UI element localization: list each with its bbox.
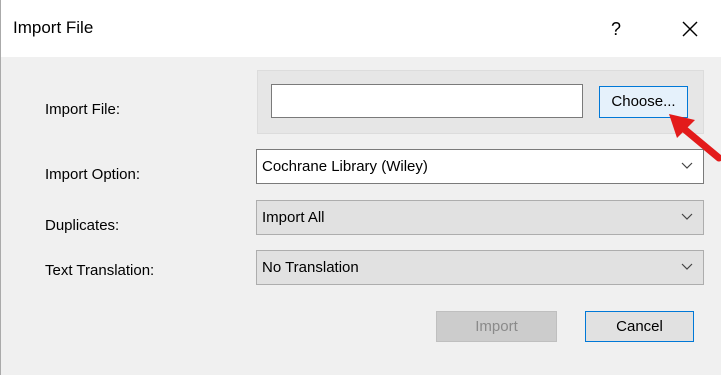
help-button[interactable]: ? [601, 14, 631, 44]
red-arrow-icon [669, 114, 721, 162]
dialog-title: Import File [13, 18, 94, 37]
chevron-down-icon [681, 213, 693, 220]
duplicates-select[interactable]: Import All [256, 200, 704, 235]
chevron-down-icon [681, 263, 693, 270]
import-option-value: Cochrane Library (Wiley) [262, 158, 428, 175]
duplicates-value: Import All [262, 209, 325, 226]
close-icon [682, 21, 698, 37]
title-bar: Import File ? [1, 0, 721, 57]
text-translation-select[interactable]: No Translation [256, 250, 704, 285]
import-button[interactable]: Import [436, 311, 557, 342]
import-option-select[interactable]: Cochrane Library (Wiley) [256, 149, 704, 184]
close-button[interactable] [673, 12, 707, 46]
import-file-dialog: Import File ? Import File: Choose... Imp… [0, 0, 721, 375]
duplicates-label: Duplicates: [45, 217, 120, 234]
import-option-label: Import Option: [45, 166, 141, 183]
text-translation-label: Text Translation: [45, 262, 155, 279]
cancel-button[interactable]: Cancel [585, 311, 694, 342]
import-file-label: Import File: [45, 101, 121, 118]
file-path-input[interactable] [271, 84, 583, 118]
text-translation-value: No Translation [262, 259, 359, 276]
